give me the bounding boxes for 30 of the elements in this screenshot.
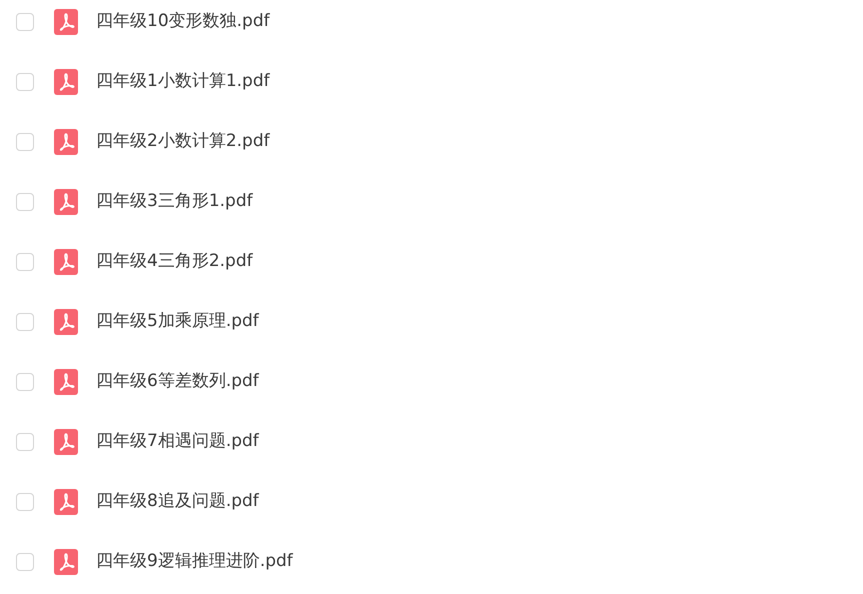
file-name[interactable]: 四年级4三角形2.pdf xyxy=(96,249,253,275)
checkbox[interactable] xyxy=(16,433,34,451)
file-name[interactable]: 四年级9逻辑推理进阶.pdf xyxy=(96,549,293,575)
checkbox[interactable] xyxy=(16,313,34,331)
file-name[interactable]: 四年级7相遇问题.pdf xyxy=(96,429,259,455)
file-name[interactable]: 四年级5加乘原理.pdf xyxy=(96,309,259,335)
pdf-file-icon xyxy=(54,369,78,395)
checkbox[interactable] xyxy=(16,253,34,271)
pdf-file-icon xyxy=(54,189,78,215)
checkbox[interactable] xyxy=(16,373,34,391)
file-name[interactable]: 四年级8追及问题.pdf xyxy=(96,489,259,515)
file-name[interactable]: 四年级2小数计算2.pdf xyxy=(96,129,270,155)
file-name[interactable]: 四年级1小数计算1.pdf xyxy=(96,69,270,95)
checkbox[interactable] xyxy=(16,493,34,511)
pdf-file-icon xyxy=(54,249,78,275)
checkbox[interactable] xyxy=(16,13,34,31)
checkbox[interactable] xyxy=(16,73,34,91)
checkbox[interactable] xyxy=(16,553,34,571)
file-name[interactable]: 四年级10变形数独.pdf xyxy=(96,9,270,35)
file-name[interactable]: 四年级3三角形1.pdf xyxy=(96,189,253,215)
pdf-file-icon xyxy=(54,549,78,575)
pdf-file-icon xyxy=(54,309,78,335)
pdf-file-icon xyxy=(54,129,78,155)
checkbox[interactable] xyxy=(16,193,34,211)
pdf-file-icon xyxy=(54,429,78,455)
file-name[interactable]: 四年级6等差数列.pdf xyxy=(96,369,259,395)
pdf-file-icon xyxy=(54,9,78,35)
checkbox[interactable] xyxy=(16,133,34,151)
pdf-file-icon xyxy=(54,69,78,95)
pdf-file-icon xyxy=(54,489,78,515)
